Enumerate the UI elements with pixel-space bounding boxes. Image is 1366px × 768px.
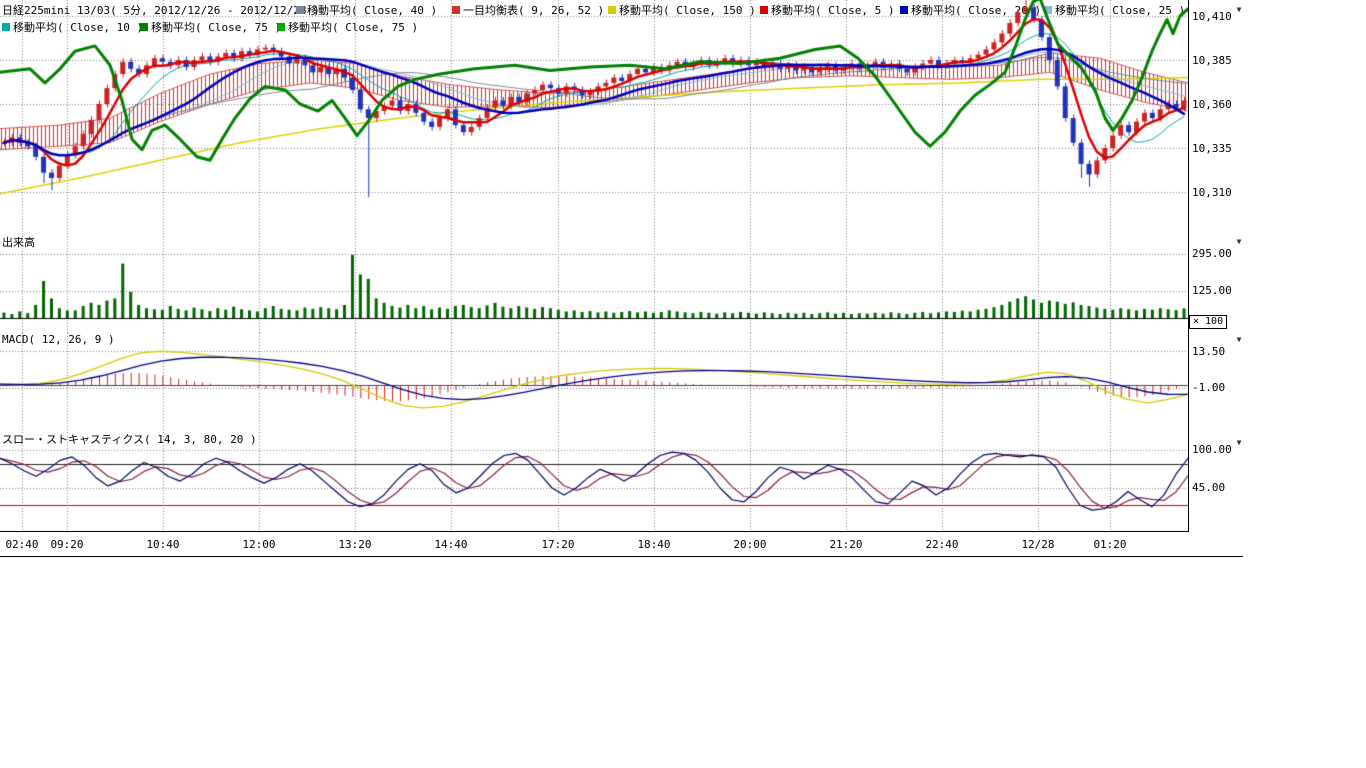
price-axis-label: 10,360 — [1192, 98, 1240, 111]
stochastics-axis-label: 45.00 — [1192, 481, 1240, 494]
time-axis-label: 10:40 — [139, 538, 187, 551]
price-axis-label: 10,335 — [1192, 142, 1240, 155]
time-axis-label: 01:20 — [1086, 538, 1134, 551]
macd-axis-label: -1.00 — [1192, 381, 1240, 394]
volume-scale-arrow-icon[interactable]: ▼ — [1233, 236, 1245, 247]
volume-axis-label: 125.00 — [1192, 284, 1240, 297]
macd-chart-canvas[interactable] — [0, 333, 1188, 433]
macd-pane-title: MACD( 12, 26, 9 ) — [2, 333, 115, 346]
volume-pane-title: 出来高 — [2, 234, 35, 250]
volume-axis-label: 295.00 — [1192, 247, 1240, 260]
right-axis-line — [1188, 0, 1189, 531]
time-axis-label: 17:20 — [534, 538, 582, 551]
volume-chart-canvas[interactable] — [0, 233, 1188, 333]
macd-axis-label: 13.50 — [1192, 345, 1240, 358]
price-axis-label: 10,385 — [1192, 54, 1240, 67]
time-axis-label: 14:40 — [427, 538, 475, 551]
macd-scale-arrow-icon[interactable]: ▼ — [1233, 334, 1245, 345]
chart-application: 日経225mini 13/03( 5分, 2012/12/26 - 2012/1… — [0, 0, 1366, 768]
stochastics-chart-canvas[interactable] — [0, 436, 1188, 531]
time-axis-label: 12/28 — [1014, 538, 1062, 551]
price-axis-label: 10,310 — [1192, 186, 1240, 199]
x-axis-line — [0, 531, 1189, 532]
price-scale-arrow-icon[interactable]: ▼ — [1233, 4, 1245, 15]
price-chart-canvas[interactable] — [0, 0, 1188, 233]
time-axis-label: 09:20 — [43, 538, 91, 551]
time-axis-label: 02:40 — [0, 538, 46, 551]
stochastics-scale-arrow-icon[interactable]: ▼ — [1233, 437, 1245, 448]
time-axis-label: 21:20 — [822, 538, 870, 551]
time-axis-label: 18:40 — [630, 538, 678, 551]
time-axis-label: 22:40 — [918, 538, 966, 551]
volume-multiplier-badge: × 100 — [1189, 315, 1227, 329]
time-axis-label: 13:20 — [331, 538, 379, 551]
time-axis-label: 20:00 — [726, 538, 774, 551]
chart-frame-bottom-line — [0, 556, 1243, 557]
stochastics-pane-title: スロー・ストキャスティクス( 14, 3, 80, 20 ) — [2, 431, 257, 447]
time-axis-label: 12:00 — [235, 538, 283, 551]
